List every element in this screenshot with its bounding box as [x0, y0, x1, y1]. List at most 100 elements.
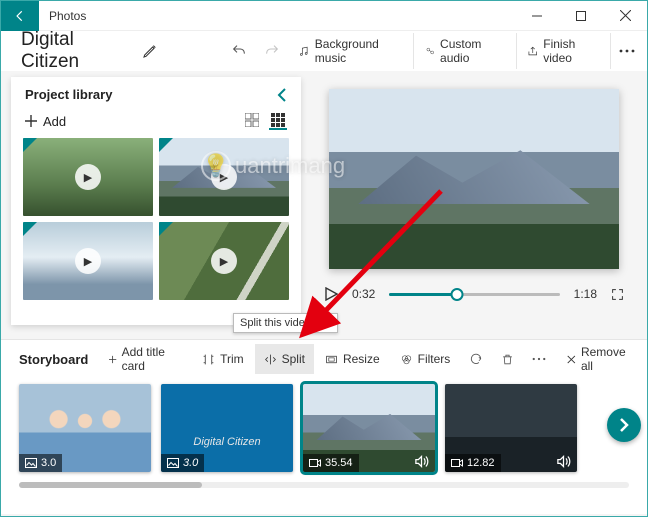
maximize-button[interactable]	[559, 1, 603, 31]
custom-audio-button[interactable]: Custom audio	[413, 33, 516, 69]
close-button[interactable]	[603, 1, 647, 31]
storyboard-clip[interactable]: Digital Citizen 3.0	[161, 384, 293, 472]
add-media-button[interactable]: Add	[25, 114, 66, 129]
storyboard-clip-selected[interactable]: 35.54	[303, 384, 435, 472]
toolbar: Digital Citizen Background music Custom …	[1, 31, 647, 71]
finish-video-button[interactable]: Finish video	[516, 33, 610, 69]
storyboard-label: Storyboard	[11, 352, 98, 367]
remove-all-button[interactable]: Remove all	[558, 344, 637, 374]
ellipsis-icon	[619, 49, 635, 53]
clip-duration: 12.82	[467, 457, 495, 469]
storyboard-panel: Storyboard Add title card Trim Split Res…	[1, 339, 647, 514]
custom-audio-label: Custom audio	[440, 37, 506, 65]
filters-icon	[400, 353, 413, 366]
main-row: Project library Add ▶ ▶ ▶ ▶	[1, 71, 647, 339]
storyboard-strip[interactable]: 3.0 Digital Citizen 3.0 35.54 12.82	[11, 378, 637, 472]
app-title: Photos	[39, 9, 515, 23]
trim-label: Trim	[220, 352, 244, 366]
project-library-panel: Project library Add ▶ ▶ ▶ ▶	[11, 77, 301, 325]
filters-label: Filters	[418, 352, 451, 366]
ellipsis-icon	[532, 357, 546, 361]
clip-duration: 3.0	[41, 457, 56, 469]
total-time: 1:18	[574, 287, 597, 301]
project-name[interactable]: Digital Citizen	[5, 29, 134, 73]
library-item[interactable]: ▶	[23, 138, 153, 216]
fullscreen-button[interactable]	[611, 288, 624, 301]
split-button[interactable]: Split	[255, 344, 314, 374]
split-icon	[264, 353, 277, 366]
library-item[interactable]: ▶	[23, 222, 153, 300]
export-icon	[527, 45, 539, 58]
image-icon	[167, 458, 179, 468]
pencil-icon	[142, 43, 158, 59]
play-icon: ▶	[75, 248, 101, 274]
preview-panel: 0:32 1:18	[301, 71, 647, 339]
library-item[interactable]: ▶	[159, 222, 289, 300]
undo-icon	[231, 43, 247, 59]
remove-all-label: Remove all	[581, 345, 628, 373]
add-title-label: Add title card	[122, 345, 168, 373]
image-icon	[25, 458, 37, 468]
close-icon	[620, 10, 631, 21]
grid-large-icon	[245, 113, 259, 127]
storyboard-scrollbar[interactable]	[19, 482, 629, 488]
more-button[interactable]	[610, 33, 643, 69]
library-item[interactable]: ▶	[159, 138, 289, 216]
minimize-button[interactable]	[515, 1, 559, 31]
play-icon	[324, 287, 338, 301]
play-icon: ▶	[211, 164, 237, 190]
storyboard-header: Storyboard Add title card Trim Split Res…	[11, 340, 637, 378]
collapse-library-button[interactable]	[277, 88, 287, 102]
volume-icon[interactable]	[556, 455, 571, 468]
plus-icon	[109, 354, 116, 365]
filters-button[interactable]: Filters	[391, 344, 460, 374]
bg-music-button[interactable]: Background music	[288, 33, 412, 69]
redo-button[interactable]	[255, 33, 288, 69]
library-thumbnails: ▶ ▶ ▶ ▶	[11, 138, 301, 310]
top-tools: Background music Custom audio Finish vid…	[288, 33, 643, 69]
undo-button[interactable]	[222, 33, 255, 69]
player-controls: 0:32 1:18	[324, 287, 624, 301]
storyboard-clip[interactable]: 12.82	[445, 384, 577, 472]
video-icon	[451, 458, 463, 468]
resize-button[interactable]: Resize	[316, 344, 389, 374]
trim-button[interactable]: Trim	[193, 344, 253, 374]
split-tooltip: Split this video clip	[233, 313, 338, 333]
x-icon	[567, 354, 576, 365]
window-controls	[515, 1, 647, 31]
add-label: Add	[43, 114, 66, 129]
title-bar: Photos	[1, 1, 647, 31]
add-title-card-button[interactable]: Add title card	[100, 344, 176, 374]
bg-music-label: Background music	[315, 37, 403, 65]
clip-more-button[interactable]	[524, 344, 554, 374]
library-header: Project library	[25, 87, 112, 102]
grid-small-icon	[271, 113, 285, 127]
clip-duration: 35.54	[325, 457, 353, 469]
storyboard-clip[interactable]: 3.0	[19, 384, 151, 472]
chevron-right-icon	[618, 417, 630, 433]
resize-icon	[325, 353, 338, 366]
grid-large-view[interactable]	[243, 112, 261, 130]
redo-icon	[264, 43, 280, 59]
scroll-right-button[interactable]	[607, 408, 641, 442]
split-label: Split	[282, 352, 305, 366]
plus-icon	[25, 115, 37, 127]
preview-frame	[329, 89, 619, 269]
current-time: 0:32	[352, 287, 375, 301]
volume-icon[interactable]	[414, 455, 429, 468]
rename-button[interactable]	[134, 33, 167, 69]
seek-slider[interactable]	[389, 287, 559, 301]
title-card-text: Digital Citizen	[193, 436, 260, 448]
finish-label: Finish video	[543, 37, 600, 65]
trash-icon	[501, 353, 514, 366]
resize-label: Resize	[343, 352, 380, 366]
video-icon	[309, 458, 321, 468]
delete-clip-button[interactable]	[493, 344, 522, 374]
chevron-left-icon	[277, 88, 287, 102]
clip-duration: 3.0	[183, 457, 198, 469]
play-button[interactable]	[324, 287, 338, 301]
mic-icon	[424, 45, 436, 58]
back-button[interactable]	[1, 1, 39, 31]
rotate-button[interactable]	[461, 344, 491, 374]
grid-small-view[interactable]	[269, 112, 287, 130]
